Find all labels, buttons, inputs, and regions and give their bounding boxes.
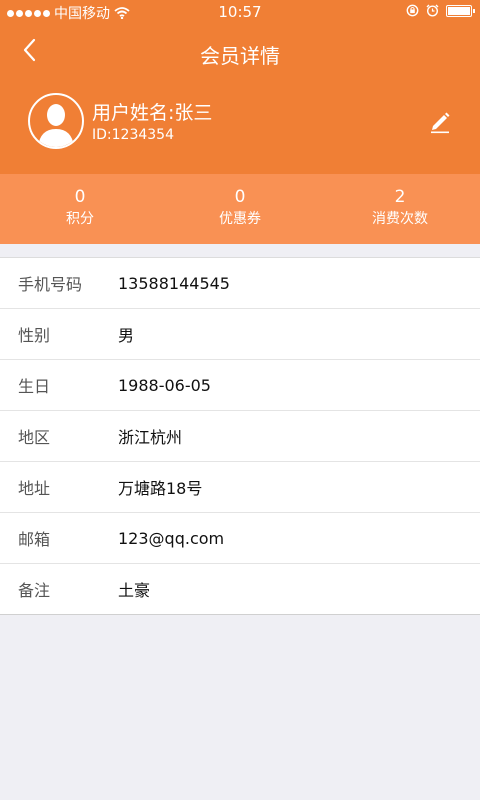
detail-row-address: 地址 万塘路18号 bbox=[0, 461, 480, 512]
status-right bbox=[406, 4, 475, 17]
alarm-icon bbox=[426, 4, 439, 17]
detail-label: 地区 bbox=[18, 428, 51, 447]
stat-value: 0 bbox=[234, 187, 246, 207]
stat-label: 消费次数 bbox=[372, 211, 428, 227]
detail-row-birthday: 生日 1988-06-05 bbox=[0, 359, 480, 410]
avatar[interactable] bbox=[28, 93, 84, 149]
status-bar: 中国移动 10:57 bbox=[0, 0, 480, 24]
stat-coupons[interactable]: 0 优惠券 bbox=[160, 174, 320, 244]
page-title: 会员详情 bbox=[200, 44, 280, 68]
detail-value: 13588144545 bbox=[118, 273, 230, 293]
rotation-lock-icon bbox=[406, 4, 419, 17]
detail-value: 男 bbox=[118, 326, 135, 345]
stats-bar: 0 积分 0 优惠券 2 消费次数 bbox=[0, 174, 480, 244]
detail-label: 地址 bbox=[18, 479, 51, 498]
detail-value: 万塘路18号 bbox=[118, 479, 203, 498]
header: 中国移动 10:57 会员详情 用户姓名:张三 ID:1234354 bbox=[0, 0, 480, 174]
stat-value: 0 bbox=[74, 187, 86, 207]
user-id: ID:1234354 bbox=[92, 127, 174, 143]
detail-label: 备注 bbox=[18, 581, 51, 600]
user-silhouette-icon bbox=[38, 104, 74, 147]
detail-value: 土豪 bbox=[118, 581, 151, 600]
detail-row-region: 地区 浙江杭州 bbox=[0, 410, 480, 461]
detail-row-email: 邮箱 123@qq.com bbox=[0, 512, 480, 563]
stat-visits[interactable]: 2 消费次数 bbox=[320, 174, 480, 244]
edit-pencil-icon[interactable] bbox=[428, 110, 452, 134]
battery-icon bbox=[446, 4, 475, 17]
detail-label: 邮箱 bbox=[18, 530, 51, 549]
member-details-list: 手机号码 13588144545 性别 男 生日 1988-06-05 地区 浙… bbox=[0, 257, 480, 615]
user-name: 用户姓名:张三 bbox=[92, 102, 213, 124]
stat-value: 2 bbox=[394, 187, 406, 207]
detail-label: 性别 bbox=[18, 326, 51, 345]
stat-label: 优惠券 bbox=[219, 211, 261, 227]
detail-label: 手机号码 bbox=[18, 275, 83, 294]
stat-points[interactable]: 0 积分 bbox=[0, 174, 160, 244]
detail-value: 1988-06-05 bbox=[118, 375, 211, 395]
detail-value: 浙江杭州 bbox=[118, 428, 183, 447]
detail-row-phone: 手机号码 13588144545 bbox=[0, 258, 480, 308]
detail-value: 123@qq.com bbox=[118, 528, 225, 548]
detail-label: 生日 bbox=[18, 377, 51, 396]
stat-label: 积分 bbox=[66, 211, 94, 227]
member-detail-screen: 中国移动 10:57 会员详情 用户姓名:张三 ID:1234354 0 积分 … bbox=[0, 0, 480, 800]
detail-row-gender: 性别 男 bbox=[0, 308, 480, 359]
detail-row-note: 备注 土豪 bbox=[0, 563, 480, 614]
